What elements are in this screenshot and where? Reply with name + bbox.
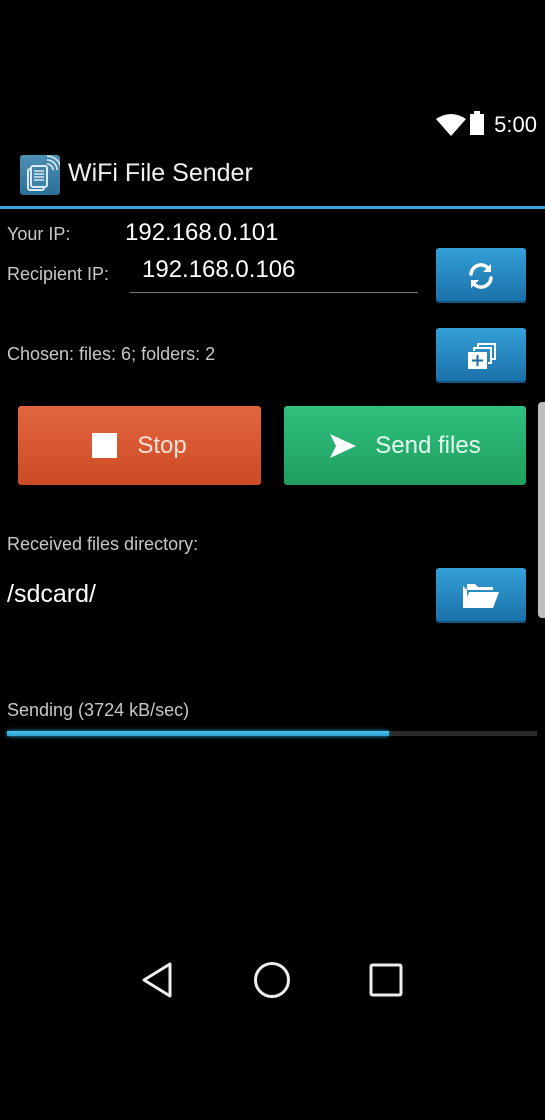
choose-folder-button[interactable] bbox=[436, 568, 526, 623]
wifi-file-sender-app-icon bbox=[20, 155, 62, 195]
stop-icon bbox=[92, 433, 118, 458]
stop-button-label: Stop bbox=[137, 431, 187, 459]
add-files-button[interactable] bbox=[436, 328, 526, 383]
home-icon bbox=[254, 962, 290, 998]
refresh-icon bbox=[469, 262, 493, 289]
chosen-summary: Chosen: files: 6; folders: 2 bbox=[7, 344, 216, 364]
scrollbar[interactable] bbox=[538, 402, 545, 618]
app-bar-divider bbox=[0, 206, 545, 209]
back-icon bbox=[142, 962, 172, 998]
received-dir-label: Received files directory: bbox=[7, 534, 199, 554]
nav-recents-button[interactable] bbox=[356, 950, 416, 1010]
nav-back-button[interactable] bbox=[128, 950, 188, 1010]
add-files-icon bbox=[468, 342, 496, 369]
recipient-ip-input[interactable] bbox=[130, 256, 430, 284]
progress-status: Sending (3724 kB/sec) bbox=[7, 700, 190, 720]
app-title: WiFi File Sender bbox=[68, 159, 253, 187]
send-files-label: Send files bbox=[375, 431, 481, 459]
send-files-button[interactable]: Send files bbox=[284, 406, 526, 485]
your-ip-label: Your IP: bbox=[7, 224, 71, 244]
folder-open-icon bbox=[463, 583, 499, 608]
nav-home-button[interactable] bbox=[242, 950, 302, 1010]
recipient-ip-field[interactable] bbox=[130, 252, 430, 293]
wifi-icon bbox=[436, 114, 466, 136]
stop-button[interactable]: Stop bbox=[18, 406, 261, 485]
status-time: 5:00 bbox=[494, 112, 537, 137]
battery-icon bbox=[470, 111, 484, 135]
your-ip-value: 192.168.0.101 bbox=[125, 219, 279, 246]
recents-icon bbox=[369, 963, 403, 997]
progress-fill bbox=[7, 731, 389, 736]
progress-bar bbox=[7, 731, 537, 736]
recipient-ip-label: Recipient IP: bbox=[7, 264, 110, 284]
received-dir-path: /sdcard/ bbox=[7, 580, 96, 608]
send-icon bbox=[330, 433, 357, 458]
refresh-button[interactable] bbox=[436, 248, 526, 303]
